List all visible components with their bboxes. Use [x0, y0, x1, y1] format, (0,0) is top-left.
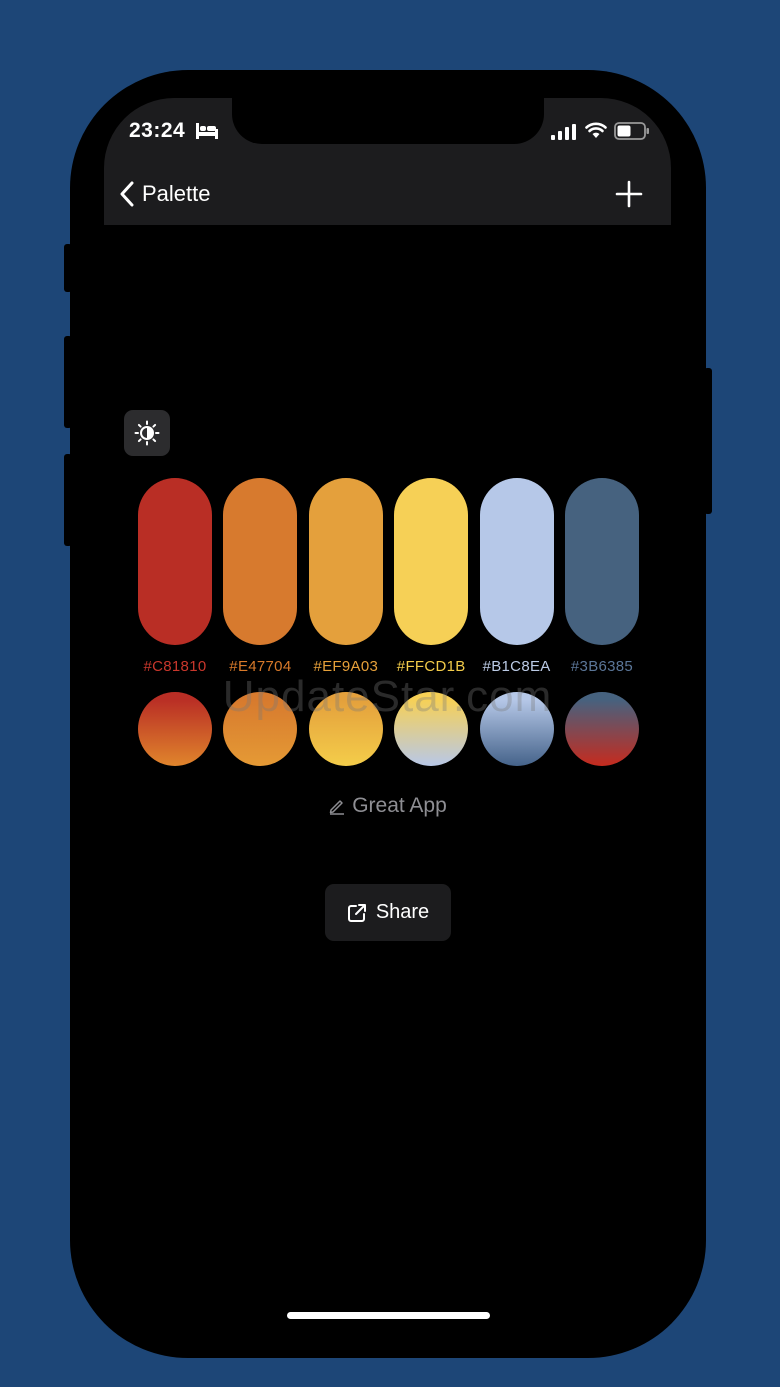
status-time: 23:24: [129, 119, 186, 142]
battery-icon: [614, 122, 649, 140]
wifi-icon: [585, 122, 607, 138]
home-indicator: [287, 1312, 490, 1319]
color-hex-label: #C81810: [143, 658, 207, 675]
share-button[interactable]: Share: [325, 884, 451, 941]
color-swatch[interactable]: [308, 478, 383, 645]
color-hex-label: #B1C8EA: [482, 658, 551, 675]
back-button[interactable]: Palette: [120, 178, 211, 210]
share-button-label: Share: [375, 901, 430, 923]
navigation-header: 23:24 Palette: [104, 98, 671, 225]
color-swatch[interactable]: [138, 478, 212, 645]
color-swatch[interactable]: [223, 478, 298, 645]
color-hex-label: #E47704: [229, 658, 292, 675]
bed-icon: [196, 123, 218, 139]
pencil-icon: [329, 800, 345, 815]
gradient-preview-circle[interactable]: [138, 692, 212, 766]
gradient-preview-circle[interactable]: [394, 692, 469, 766]
color-hex-label: #3B6385: [570, 658, 634, 675]
gradient-preview-circle[interactable]: [565, 692, 639, 766]
share-icon: [347, 903, 366, 922]
gradient-preview-circle[interactable]: [308, 692, 383, 766]
color-hex-label: #FFCD1B: [396, 658, 466, 675]
color-swatch[interactable]: [479, 478, 554, 645]
appearance-toggle-button[interactable]: [124, 410, 170, 456]
color-hex-label: #EF9A03: [313, 658, 379, 675]
color-swatch[interactable]: [565, 478, 639, 645]
add-icon[interactable]: [615, 180, 643, 208]
cellular-signal-icon: [551, 124, 576, 140]
gradient-preview-circle[interactable]: [479, 692, 554, 766]
back-button-label: Palette: [142, 181, 211, 206]
chevron-left-icon: [120, 181, 134, 207]
palette-name-field[interactable]: Great App: [104, 794, 671, 818]
app-screen: 23:24 Palette #C81810 #E47704 #EF9A03 #F…: [104, 98, 671, 1338]
sun-moon-icon: [134, 420, 160, 446]
color-swatch[interactable]: [394, 478, 469, 645]
gradient-preview-circle[interactable]: [223, 692, 298, 766]
palette-name-label: Great App: [352, 794, 447, 817]
notch: [232, 98, 544, 144]
